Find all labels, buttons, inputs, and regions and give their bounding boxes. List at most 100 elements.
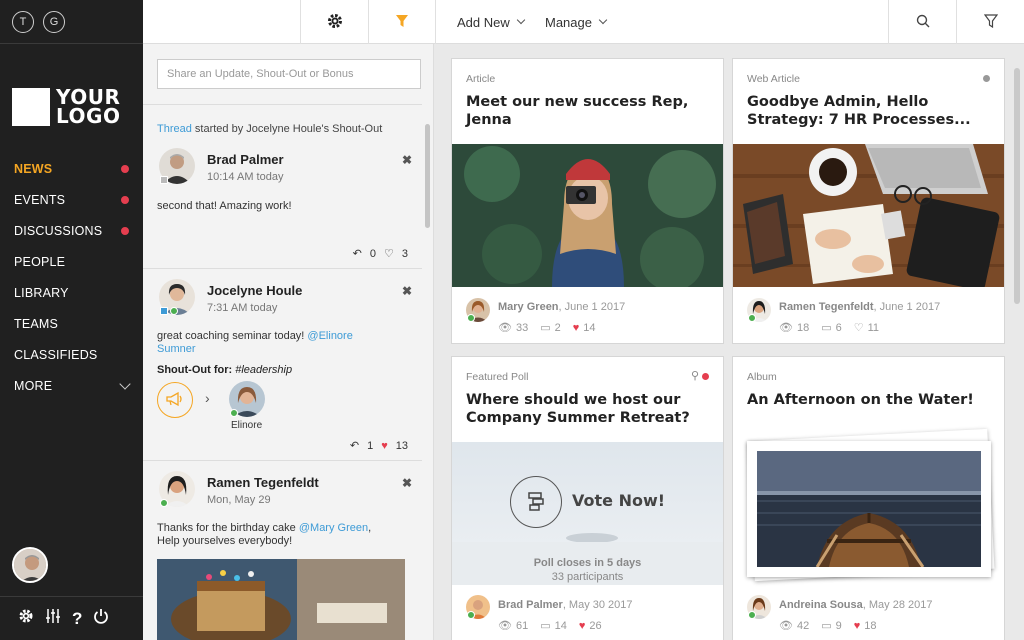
post-author[interactable]: Jocelyne Houle [207, 283, 302, 298]
online-indicator [748, 314, 756, 322]
mention-link[interactable]: @Mary Green [299, 522, 368, 534]
recipient-name[interactable]: Elinore [231, 420, 262, 431]
card-author: Mary Green, June 1 2017 [498, 301, 625, 313]
share-input[interactable]: Share an Update, Shout-Out or Bonus [157, 59, 421, 89]
online-indicator [170, 307, 178, 315]
post-image[interactable] [157, 559, 405, 640]
nav-item-teams[interactable]: TEAMS [0, 308, 143, 339]
feed-scrollbar[interactable] [425, 124, 430, 228]
user-circle-g[interactable]: G [43, 10, 65, 33]
funnel-outline-icon [983, 13, 998, 31]
card-title[interactable]: Where should we host our Company Summer … [466, 391, 706, 427]
card-type: Article [466, 73, 496, 85]
settings-icon[interactable] [18, 608, 34, 629]
card-title[interactable]: An Afternoon on the Water! [747, 391, 987, 409]
post-author[interactable]: Brad Palmer [207, 152, 284, 167]
close-icon[interactable]: ✖ [402, 476, 412, 490]
search-button[interactable] [888, 0, 956, 44]
heart-icon[interactable]: ♥ [573, 322, 580, 334]
heart-icon[interactable]: ♥ [854, 620, 861, 632]
post-body: second that! Amazing work! [157, 200, 292, 212]
album-card[interactable]: Album An Afternoon on the Water! Andrein… [732, 356, 1005, 640]
card-image[interactable] [733, 144, 1004, 287]
comment-icon[interactable]: ▭ [540, 619, 550, 632]
heart-outline-icon[interactable]: ♡ [384, 247, 394, 260]
gear-icon [327, 13, 343, 32]
comment-icon[interactable]: ▭ [540, 321, 550, 334]
reply-icon[interactable]: ↶ [350, 439, 359, 452]
reply-icon[interactable]: ↶ [353, 247, 362, 260]
poll-card[interactable]: Featured Poll ⚲ Where should we host our… [451, 356, 724, 640]
web-article-card[interactable]: Web Article Goodbye Admin, Hello Strateg… [732, 58, 1005, 344]
online-indicator [467, 314, 475, 322]
power-icon[interactable] [93, 608, 109, 629]
post-time: 10:14 AM today [207, 171, 284, 183]
filter-button[interactable] [368, 0, 435, 44]
card-title[interactable]: Meet our new success Rep, Jenna [466, 93, 706, 129]
article-card[interactable]: Article Meet our new success Rep, Jenna … [451, 58, 724, 344]
status-indicator [160, 176, 168, 184]
post-date: , June 1 2017 [558, 301, 626, 313]
comment-icon[interactable]: ▭ [821, 619, 831, 632]
vote-button[interactable] [510, 476, 562, 528]
filter-outline-button[interactable] [956, 0, 1024, 44]
manage-menu[interactable]: Manage [545, 0, 608, 44]
heart-outline-icon[interactable]: ♡ [854, 321, 864, 334]
post-stats: ↶ 0 ♡ 3 [353, 247, 408, 261]
main-scrollbar[interactable] [1014, 68, 1020, 304]
post-author[interactable]: Ramen Tegenfeldt [207, 475, 319, 490]
sidebar-header: T G [0, 0, 143, 44]
shout-tag[interactable]: #leadership [235, 364, 292, 376]
vote-now-label[interactable]: Vote Now! [572, 491, 665, 510]
comment-icon[interactable]: ▭ [821, 321, 831, 334]
nav-item-classifieds[interactable]: CLASSIFIEDS [0, 339, 143, 370]
pin-icon[interactable]: ⚲ [691, 369, 699, 382]
close-icon[interactable]: ✖ [402, 153, 412, 167]
feed-post: Ramen Tegenfeldt Mon, May 29 ✖ Thanks fo… [143, 460, 422, 640]
author-name[interactable]: Andreina Sousa [779, 599, 863, 611]
settings-button[interactable] [300, 0, 368, 44]
like-count: 18 [864, 619, 877, 632]
heart-icon[interactable]: ♥ [579, 620, 586, 632]
card-image[interactable] [452, 144, 723, 287]
close-icon[interactable]: ✖ [402, 284, 412, 298]
card-title[interactable]: Goodbye Admin, Hello Strategy: 7 HR Proc… [747, 93, 987, 129]
post-date: , May 28 2017 [862, 599, 933, 611]
post-time: Mon, May 29 [207, 494, 271, 506]
thread-link[interactable]: Thread [157, 123, 192, 135]
current-user-avatar[interactable] [12, 547, 48, 583]
nav-item-discussions[interactable]: DISCUSSIONS [0, 215, 143, 246]
help-icon[interactable]: ? [72, 609, 82, 629]
post-date: , June 1 2017 [873, 301, 941, 313]
post-time: 7:31 AM today [207, 302, 278, 314]
heart-icon[interactable]: ♥ [381, 440, 388, 452]
author-name[interactable]: Mary Green [498, 301, 559, 313]
card-author: Andreina Sousa, May 28 2017 [779, 599, 932, 611]
online-indicator [230, 409, 238, 417]
company-logo[interactable]: YOUR LOGO [12, 87, 120, 126]
main-nav: NEWS EVENTS DISCUSSIONS PEOPLE LIBRARY T… [0, 153, 143, 401]
feed-post: Jocelyne Houle 7:31 AM today ✖ great coa… [143, 268, 422, 460]
nav-item-people[interactable]: PEOPLE [0, 246, 143, 277]
user-circle-t[interactable]: T [12, 10, 34, 33]
funnel-icon [395, 14, 409, 31]
eye-icon: 👁 [498, 322, 512, 334]
nav-item-more[interactable]: MORE [0, 370, 143, 401]
card-type: Album [747, 371, 777, 383]
nav-item-library[interactable]: LIBRARY [0, 277, 143, 308]
shout-label: Shout-Out for: [157, 364, 236, 376]
like-count: 26 [589, 619, 602, 632]
nav-label: DISCUSSIONS [14, 223, 103, 238]
album-photo[interactable] [747, 441, 991, 577]
add-new-menu[interactable]: Add New [457, 0, 525, 44]
author-name[interactable]: Brad Palmer [498, 599, 563, 611]
online-indicator [160, 499, 168, 507]
online-indicator [748, 611, 756, 619]
nav-item-events[interactable]: EVENTS [0, 184, 143, 215]
card-type: Web Article [747, 73, 800, 85]
nav-item-news[interactable]: NEWS [0, 153, 143, 184]
poll-icon [525, 490, 547, 515]
author-name[interactable]: Ramen Tegenfeldt [779, 301, 874, 313]
sidebar: T G YOUR LOGO NEWS EVENTS DISCUSSIONS PE… [0, 0, 143, 640]
sliders-icon[interactable] [45, 608, 61, 629]
